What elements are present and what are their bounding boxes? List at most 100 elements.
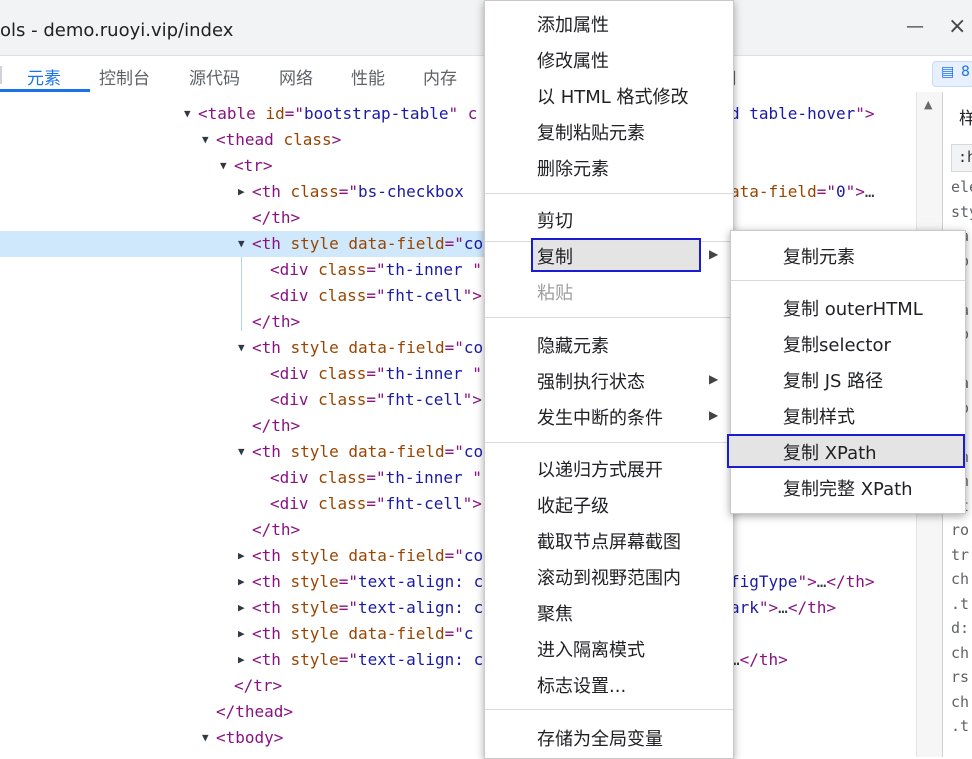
menu-item[interactable]: 复制 JS 路径 [783, 367, 883, 393]
styles-tab[interactable]: 样 [959, 104, 972, 129]
menu-item[interactable]: 强制执行状态 [537, 368, 645, 394]
styles-filter-input[interactable]: :h [951, 144, 972, 172]
dom-node[interactable]: </th> [0, 205, 916, 231]
menu-item[interactable]: 复制完整 XPath [783, 475, 913, 501]
dom-node[interactable]: </th> [0, 517, 916, 543]
dom-node-markup: </th> [252, 520, 301, 539]
menu-separator [731, 280, 965, 281]
dom-node[interactable]: ▶ <th style="text-align: c ark">…</th> [0, 595, 916, 621]
dom-node-markup: <th style="text-align: c [252, 650, 484, 669]
style-rule-fragment: .t [951, 717, 970, 735]
collapse-arrow-icon[interactable]: ▶ [238, 595, 245, 621]
menu-item[interactable]: 聚焦 [537, 600, 573, 626]
menu-item[interactable]: 以递归方式展开 [537, 456, 663, 482]
dom-node-markup: </tr> [234, 676, 283, 695]
dom-node-markup: <th style data-field="c [252, 624, 474, 643]
menu-item[interactable]: 进入隔离模式 [537, 636, 645, 662]
issues-badge[interactable]: ▤ 8 [932, 61, 972, 87]
dom-node-markup-tail: ark">…</th> [730, 598, 836, 617]
dom-node-markup: <th style="text-align: c [252, 598, 484, 617]
collapse-arrow-icon[interactable]: ▶ [238, 179, 245, 205]
expand-arrow-icon[interactable]: ▼ [238, 335, 245, 361]
dom-node[interactable]: ▼ <table id="bootstrap-table" c d table-ho… [0, 101, 916, 127]
submenu-arrow-icon: ▶ [709, 372, 719, 386]
tab-elements[interactable]: 元素 [27, 64, 61, 89]
dom-node-markup: <thead class> [216, 130, 342, 149]
menu-item[interactable]: 复制selector [783, 331, 891, 357]
menu-separator [485, 193, 733, 194]
expand-arrow-icon[interactable]: ▼ [184, 101, 191, 127]
menu-item[interactable]: 滚动到视野范围内 [537, 564, 681, 590]
scroll-up-icon[interactable]: ▲ [924, 98, 932, 111]
dom-node[interactable]: ▶ <th style="text-align: c figType">…</th> [0, 569, 916, 595]
dom-node[interactable]: ▶ <th style="text-align: c …</th> [0, 647, 916, 673]
dom-node-markup: <th class="bs-checkbox [252, 182, 464, 201]
expand-arrow-icon[interactable]: ▼ [202, 725, 209, 751]
collapse-arrow-icon[interactable]: ▶ [238, 569, 245, 595]
dom-node[interactable]: ▶ <th style data-field="co [0, 543, 916, 569]
indent-guide [241, 257, 242, 331]
style-rule-fragment: sty [951, 202, 972, 221]
tab-performance[interactable]: 性能 [351, 64, 385, 89]
dom-node[interactable]: ▼ <tbody> [0, 725, 916, 751]
dom-node[interactable]: ▼ <tr> [0, 153, 916, 179]
style-rule-fragment: ro [951, 521, 970, 539]
dom-node[interactable]: </thead> [0, 699, 916, 725]
expand-arrow-icon[interactable]: ▼ [220, 153, 227, 179]
submenu-arrow-icon: ▶ [709, 247, 719, 261]
menu-item[interactable]: 复制粘贴元素 [537, 119, 645, 145]
menu-item[interactable]: 存储为全局变量 [537, 725, 663, 751]
menu-item[interactable]: 复制 outerHTML [783, 295, 923, 321]
menu-item[interactable]: 修改属性 [537, 47, 609, 73]
menu-item[interactable]: 删除元素 [537, 155, 609, 181]
dom-node-markup: <th style data-field="co [252, 546, 484, 565]
menu-item[interactable]: 截取节点屏幕截图 [537, 528, 681, 554]
window-title: ols - demo.ruoyi.vip/index [0, 20, 234, 41]
dom-node-markup: </thead> [216, 702, 294, 721]
style-rule-fragment: .t [951, 594, 970, 613]
menu-item[interactable]: 标志设置... [537, 672, 626, 698]
dom-node[interactable]: ▶ <th style data-field="c [0, 621, 916, 647]
expand-arrow-icon[interactable]: ▼ [238, 231, 245, 257]
expand-arrow-icon[interactable]: ▼ [238, 439, 245, 465]
menu-item[interactable]: 隐藏元素 [537, 332, 609, 358]
minimize-icon[interactable]: — [906, 16, 924, 37]
menu-item[interactable]: 剪切 [537, 207, 573, 233]
style-rule-fragment: ele [951, 178, 972, 196]
menu-item[interactable]: 复制元素 [783, 243, 855, 269]
context-menu: 添加属性修改属性以 HTML 格式修改 复制粘贴元素 删除元素剪切复制 ▶ 粘贴隐藏元素… [484, 0, 734, 759]
dom-node-markup-tail: figType">…</th> [730, 572, 875, 591]
tab-sources[interactable]: 源代码 [189, 64, 240, 89]
collapse-arrow-icon[interactable]: ▶ [238, 543, 245, 569]
dom-node-markup: <div class="th-inner " [270, 364, 482, 383]
menu-item[interactable]: 复制 [537, 243, 573, 269]
style-rule-fragment: d: [951, 619, 970, 637]
dom-node[interactable]: </tr> [0, 673, 916, 699]
tab-console[interactable]: 控制台 [99, 64, 150, 89]
menu-item[interactable]: 以 HTML 格式修改 [537, 83, 689, 109]
menu-separator [485, 442, 733, 443]
dom-node-markup: <tbody> [216, 728, 284, 747]
menu-item[interactable]: 添加属性 [537, 11, 609, 37]
style-rule-fragment: tr [951, 545, 970, 564]
collapse-arrow-icon[interactable]: ▶ [238, 647, 245, 673]
dom-node-markup: <th style data-field="co [252, 338, 484, 357]
menu-item[interactable]: 发生中断的条件 [537, 404, 663, 430]
menu-item[interactable]: 复制样式 [783, 403, 855, 429]
dom-node[interactable]: ▶ <th class="bs-checkbox ata-field="0">… [0, 179, 916, 205]
menu-separator [485, 709, 733, 710]
expand-arrow-icon[interactable]: ▼ [202, 127, 209, 153]
dom-node-markup: <th style data-field="co [252, 442, 484, 461]
menu-item[interactable]: 收起子级 [537, 492, 609, 518]
close-icon[interactable]: × [948, 14, 968, 39]
dom-node-markup: <div class="th-inner " [270, 468, 482, 487]
menu-item: 粘贴 [537, 283, 573, 304]
dom-node-markup: <tr> [234, 156, 273, 175]
style-rule-fragment: ch [951, 692, 970, 711]
dom-node[interactable]: ▼ <thead class> [0, 127, 916, 153]
collapse-arrow-icon[interactable]: ▶ [238, 621, 245, 647]
message-icon: ▤ [941, 64, 955, 80]
tab-memory[interactable]: 内存 [423, 64, 457, 89]
tab-network[interactable]: 网络 [279, 64, 313, 89]
menu-item[interactable]: 复制 XPath [783, 439, 877, 465]
